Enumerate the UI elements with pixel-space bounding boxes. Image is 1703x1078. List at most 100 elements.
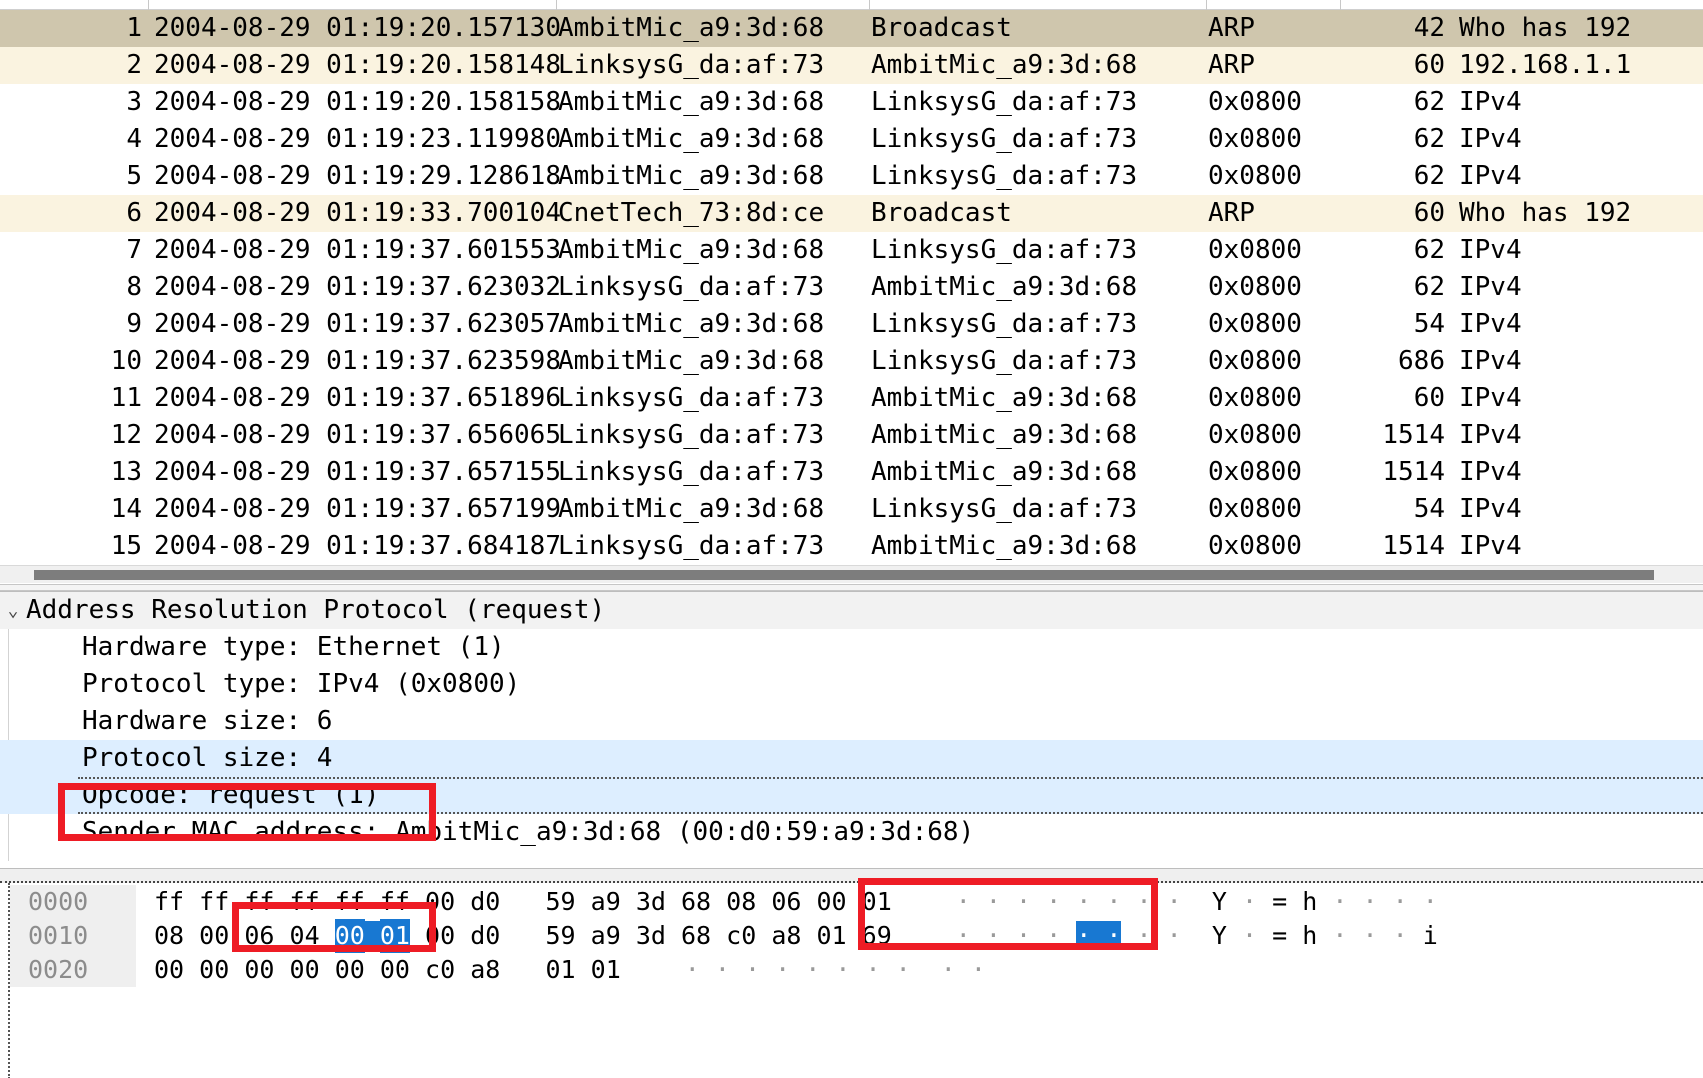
hex-byte[interactable]: ff [380,885,410,919]
hex-ascii-char[interactable]: · [1137,921,1152,950]
packet-list-row[interactable]: 22004-08-29 01:19:20.158148LinksysG_da:a… [0,47,1703,84]
hex-ascii-char[interactable]: · [971,955,986,984]
packet-list-row[interactable]: 12004-08-29 01:19:20.157130AmbitMic_a9:3… [0,10,1703,47]
hex-ascii-char[interactable]: · [1423,887,1438,916]
hex-ascii-char[interactable]: = [1272,921,1287,950]
packet-list-row[interactable]: 32004-08-29 01:19:20.158158AmbitMic_a9:3… [0,84,1703,121]
detail-row-field[interactable]: Opcode: request (1) [0,777,1703,814]
hex-ascii-char[interactable]: Y [1212,921,1227,950]
hex-ascii-char[interactable]: · [1393,887,1408,916]
hex-ascii-char[interactable]: h [1302,887,1317,916]
hex-byte[interactable]: 01 [545,953,575,987]
hex-ascii-char[interactable]: · [1106,887,1121,916]
hex-ascii-char[interactable]: · [866,955,881,984]
hex-ascii-char[interactable]: · [1137,887,1152,916]
hex-dump-row[interactable]: 00 00ff ff ff ff ff ff 00 d0 59 a9 3d 68 … [10,885,1438,919]
hex-byte[interactable]: 08 [154,919,184,953]
packet-list-row[interactable]: 82004-08-29 01:19:37.623032LinksysG_da:a… [0,269,1703,306]
hex-byte[interactable]: 00 [335,919,365,953]
hex-byte[interactable]: 01 [591,953,621,987]
hex-byte[interactable]: a9 [591,919,621,953]
hex-ascii-char[interactable]: · [685,955,700,984]
column-divider-protocol[interactable] [1206,0,1207,10]
detail-row-field[interactable]: Protocol type: IPv4 (0x0800) [0,666,1703,703]
hex-ascii-char[interactable]: h [1302,921,1317,950]
hex-byte[interactable]: 69 [862,919,892,953]
hex-byte[interactable]: ff [290,885,320,919]
hex-ascii-char[interactable]: · [1167,921,1182,950]
hex-dump-row[interactable]: 001008 00 06 04 00 01 00 d0 59 a9 3d 68 … [10,919,1438,953]
packet-list-row[interactable]: 152004-08-29 01:19:37.684187LinksysG_da:… [0,528,1703,565]
hex-byte[interactable]: 00 [244,953,274,987]
packet-detail-tree[interactable]: ⌄Address Resolution Protocol (request)Ha… [0,592,1703,851]
hex-byte-group[interactable]: 00 00 00 00 00 00 c0 a8 01 01 [136,953,621,987]
hex-byte[interactable]: 00 [425,885,455,919]
hex-byte[interactable]: 00 [199,919,229,953]
hex-byte[interactable]: a9 [591,885,621,919]
hex-byte[interactable]: 00 [380,953,410,987]
hex-dump-rows[interactable]: 0000ff ff ff ff ff ff 00 d0 59 a9 3d 68 … [10,885,1438,987]
hex-byte[interactable]: a8 [470,953,500,987]
hex-byte[interactable]: 08 [726,885,756,919]
hex-byte[interactable]: d0 [470,919,500,953]
hex-byte[interactable]: 00 [425,919,455,953]
hex-byte-group[interactable]: 08 00 06 04 00 01 00 d0 59 a9 3d 68 c0 a… [136,919,892,953]
hex-ascii-char[interactable]: · [1362,887,1377,916]
detail-row-arp-root[interactable]: ⌄Address Resolution Protocol (request) [0,592,1703,629]
hex-ascii-char[interactable]: = [1272,887,1287,916]
hex-ascii-char[interactable]: · [956,921,971,950]
hex-ascii-group[interactable]: · · · · · · · · · · [621,953,986,987]
detail-row-field[interactable]: Hardware type: Ethernet (1) [0,629,1703,666]
hex-byte[interactable]: 68 [681,885,711,919]
hex-ascii-char[interactable]: · [1242,921,1257,950]
hex-dump-row[interactable]: 002000 00 00 00 00 00 c0 a8 01 01· · · ·… [10,953,1438,987]
hex-byte[interactable]: 3d [636,919,666,953]
hex-ascii-group[interactable]: · · · · · · · · Y · = h · · · · [892,885,1438,919]
hex-byte[interactable]: ff [154,885,184,919]
packet-list-pane[interactable]: 12004-08-29 01:19:20.157130AmbitMic_a9:3… [0,0,1703,583]
hex-ascii-char[interactable]: · [1016,887,1031,916]
hex-ascii-char[interactable]: · [1242,887,1257,916]
packet-bytes-pane[interactable]: 0000ff ff ff ff ff ff 00 d0 59 a9 3d 68 … [0,868,1703,1078]
hex-ascii-char[interactable]: · [835,955,850,984]
hex-ascii-group[interactable]: · · · · · · · · Y · = h · · · i [892,919,1438,953]
packet-list-row[interactable]: 122004-08-29 01:19:37.656065LinksysG_da:… [0,417,1703,454]
packet-list-rows[interactable]: 12004-08-29 01:19:20.157130AmbitMic_a9:3… [0,10,1703,565]
column-divider-source[interactable] [556,0,557,10]
hex-ascii-char[interactable]: · [986,921,1001,950]
hex-ascii-char[interactable]: · [1046,921,1061,950]
hex-byte[interactable]: 06 [771,885,801,919]
hex-byte[interactable]: 00 [335,953,365,987]
hex-ascii-char[interactable]: · [1332,887,1347,916]
hex-byte[interactable]: 04 [290,919,320,953]
hex-ascii-char[interactable]: · [715,955,730,984]
hex-byte[interactable]: 00 [290,953,320,987]
hex-byte[interactable]: 01 [380,919,410,953]
hex-byte[interactable]: 59 [545,885,575,919]
column-divider-destination[interactable] [869,0,870,10]
packet-list-row[interactable]: 72004-08-29 01:19:37.601553AmbitMic_a9:3… [0,232,1703,269]
hex-byte[interactable]: 06 [244,919,274,953]
hex-ascii-char[interactable]: · [1046,887,1061,916]
hex-ascii-char[interactable]: · [986,887,1001,916]
hex-byte-group[interactable]: ff ff ff ff ff ff 00 d0 59 a9 3d 68 08 0… [136,885,892,919]
packet-list-row[interactable]: 92004-08-29 01:19:37.623057AmbitMic_a9:3… [0,306,1703,343]
hex-ascii-char[interactable]: · [896,955,911,984]
packet-list-row[interactable]: 132004-08-29 01:19:37.657155LinksysG_da:… [0,454,1703,491]
detail-row-field[interactable]: Protocol size: 4 [0,740,1703,777]
hex-ascii-char[interactable]: · [1167,887,1182,916]
hex-ascii-char[interactable]: · [805,955,820,984]
detail-row-field[interactable]: Sender MAC address: AmbitMic_a9:3d:68 (0… [0,814,1703,851]
detail-row-field[interactable]: Hardware size: 6 [0,703,1703,740]
hex-ascii-char[interactable]: · [1393,921,1408,950]
hex-ascii-char[interactable]: i [1423,921,1438,950]
hex-byte[interactable]: ff [244,885,274,919]
packet-list-row[interactable]: 112004-08-29 01:19:37.651896LinksysG_da:… [0,380,1703,417]
hex-byte[interactable]: 00 [817,885,847,919]
hex-byte[interactable]: ff [199,885,229,919]
packet-list-hscrollbar[interactable] [0,565,1703,583]
hex-ascii-char[interactable]: · [941,955,956,984]
hex-ascii-char[interactable]: Y [1212,887,1227,916]
hex-byte[interactable]: 59 [545,919,575,953]
packet-list-row[interactable]: 42004-08-29 01:19:23.119980AmbitMic_a9:3… [0,121,1703,158]
